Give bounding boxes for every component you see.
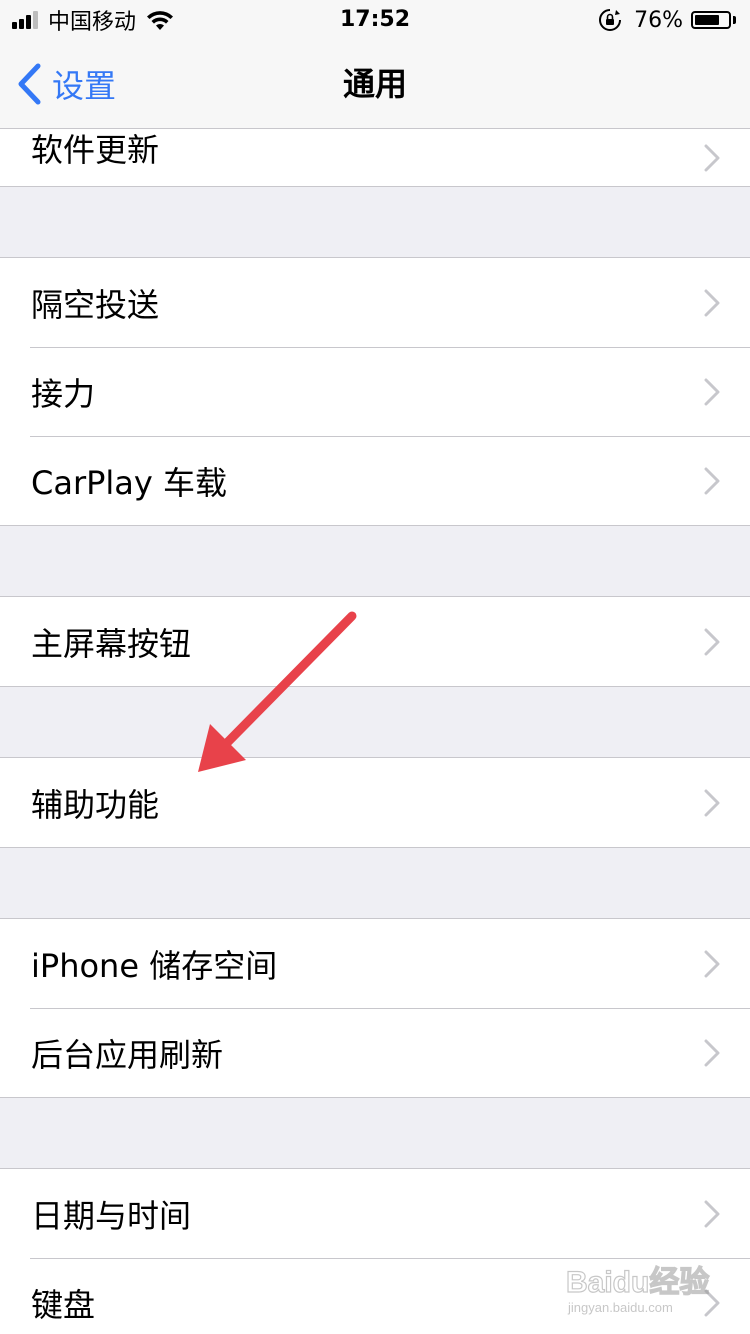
- status-bar: 中国移动 17:52 76%: [0, 0, 750, 40]
- settings-list: 软件更新 隔空投送 接力 CarPlay 车载 主屏幕按钮 辅助功能 iPhon…: [0, 129, 750, 1334]
- row-handoff[interactable]: 接力: [0, 347, 750, 436]
- row-label: 键盘: [31, 1285, 96, 1324]
- settings-group-software: 软件更新: [0, 129, 750, 187]
- row-background-app-refresh[interactable]: 后台应用刷新: [0, 1008, 750, 1097]
- rotation-lock-icon: [599, 9, 622, 31]
- chevron-right-icon: [704, 289, 720, 316]
- navigation-bar: 设置 通用: [0, 40, 750, 129]
- row-software-update[interactable]: 软件更新: [0, 129, 750, 186]
- chevron-right-icon: [704, 789, 720, 816]
- settings-group-storage: iPhone 储存空间 后台应用刷新: [0, 918, 750, 1098]
- chevron-right-icon: [704, 144, 720, 171]
- page-title: 通用: [342, 65, 407, 103]
- row-airdrop[interactable]: 隔空投送: [0, 258, 750, 347]
- row-label: 软件更新: [31, 131, 160, 169]
- battery-cap: [733, 16, 736, 24]
- row-home-button[interactable]: 主屏幕按钮: [0, 597, 750, 686]
- settings-group-datetime-keyboard: 日期与时间 键盘: [0, 1168, 750, 1334]
- row-date-time[interactable]: 日期与时间: [0, 1169, 750, 1258]
- chevron-right-icon: [704, 1200, 720, 1227]
- row-label: iPhone 储存空间: [31, 946, 278, 985]
- row-label: 后台应用刷新: [31, 1035, 224, 1074]
- settings-general-screen: 中国移动 17:52 76% 设置 通用 软件更新 隔空投送 接力 CarPla…: [0, 0, 750, 1334]
- row-carplay[interactable]: CarPlay 车载: [0, 436, 750, 525]
- row-label: 辅助功能: [31, 785, 160, 824]
- row-keyboard[interactable]: 键盘: [0, 1258, 750, 1334]
- chevron-right-icon: [704, 467, 720, 494]
- row-label: 日期与时间: [31, 1196, 192, 1235]
- row-accessibility[interactable]: 辅助功能: [0, 758, 750, 847]
- row-label: 接力: [31, 374, 96, 413]
- chevron-right-icon: [704, 1039, 720, 1066]
- battery-percent: 76%: [634, 7, 683, 33]
- status-right: 76%: [598, 6, 736, 34]
- row-label: CarPlay 车载: [31, 463, 228, 502]
- row-iphone-storage[interactable]: iPhone 储存空间: [0, 919, 750, 1008]
- chevron-right-icon: [704, 628, 720, 655]
- battery-fill: [695, 15, 720, 25]
- settings-group-home-button: 主屏幕按钮: [0, 596, 750, 687]
- chevron-right-icon: [704, 378, 720, 405]
- chevron-right-icon: [704, 1289, 720, 1316]
- settings-group-connectivity: 隔空投送 接力 CarPlay 车载: [0, 257, 750, 526]
- row-label: 主屏幕按钮: [31, 624, 192, 663]
- settings-group-accessibility: 辅助功能: [0, 757, 750, 848]
- row-label: 隔空投送: [31, 285, 160, 324]
- chevron-right-icon: [704, 950, 720, 977]
- battery-icon: [691, 11, 731, 29]
